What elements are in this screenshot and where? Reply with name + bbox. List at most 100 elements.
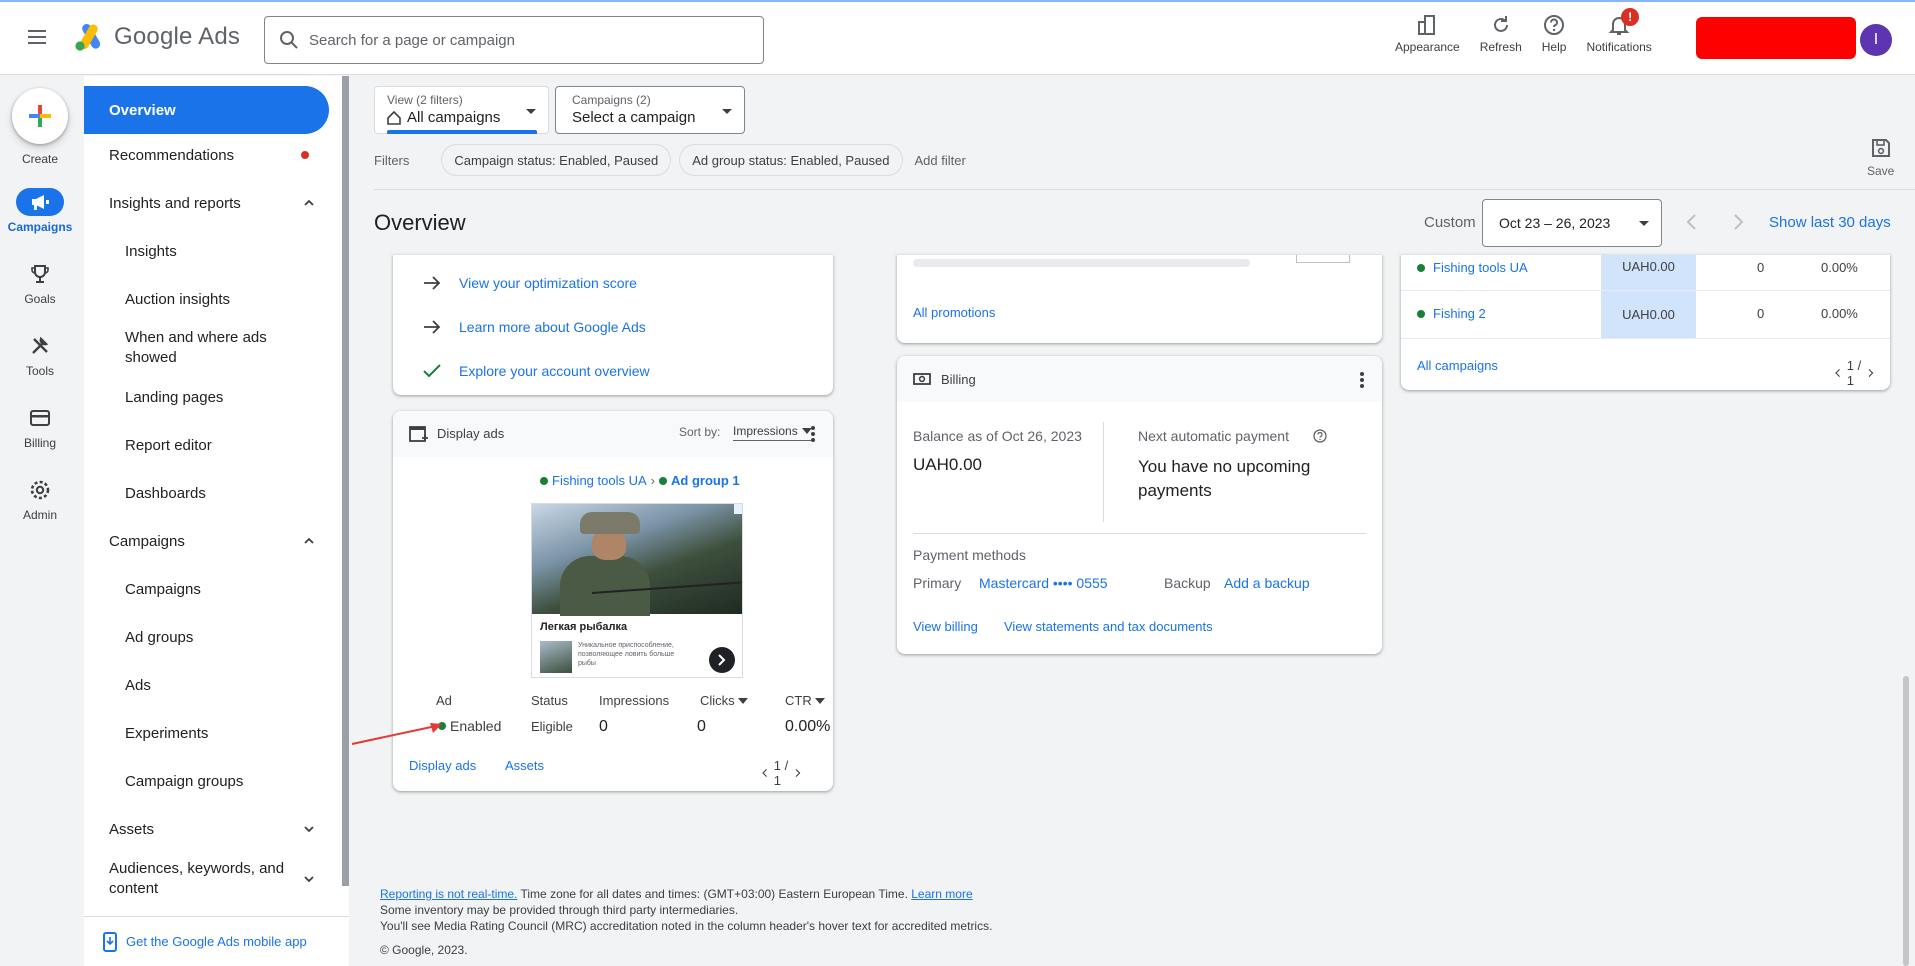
date-range-picker[interactable]: Oct 23 – 26, 2023 [1482,199,1662,247]
ad-group-status-dot [659,476,667,485]
nav-experiments[interactable]: Experiments [84,714,329,752]
main-menu-icon[interactable] [28,28,52,48]
rail-item-billing[interactable]: Billing [0,404,80,450]
nav-dashboards[interactable]: Dashboards [84,474,329,512]
nav-assets[interactable]: Assets [84,810,329,848]
more-options-icon[interactable] [1360,371,1364,389]
plus-icon [29,105,51,127]
col-clicks[interactable]: Clicks [700,693,748,708]
nav-audiences[interactable]: Audiences, keywords, and content [84,856,329,902]
next-page-icon[interactable] [795,766,801,780]
search-box[interactable] [264,16,764,64]
nav-auction-insights[interactable]: Auction insights [84,280,329,318]
optimization-link-learn[interactable]: Learn more about Google Ads [423,319,646,335]
show-last-30-days-link[interactable]: Show last 30 days [1769,214,1891,231]
campaign-link[interactable]: Fishing tools UA [1417,260,1528,275]
avatar[interactable]: I [1860,24,1892,56]
dropdown-arrow-icon [722,109,732,114]
refresh-button[interactable]: Refresh [1470,10,1532,62]
all-campaigns-link[interactable]: All campaigns [1417,358,1498,373]
nav-campaign-groups[interactable]: Campaign groups [84,762,329,800]
rail-tools-label: Tools [25,364,54,378]
ad-enabled-label: Enabled [450,718,502,734]
save-button[interactable]: Save [1867,138,1894,178]
nav-overview[interactable]: Overview [84,86,329,134]
account-name-redacted[interactable] [1696,17,1856,59]
chevron-up-icon [304,199,314,206]
campaign-link[interactable]: Fishing 2 [1417,306,1486,321]
ad-preview[interactable]: Легкая рыбалка Уникальное приспособление… [531,503,743,678]
next-page-icon[interactable] [1868,366,1874,380]
page-footer: Reporting is not real-time. Time zone fo… [380,886,992,958]
nav-ad-groups[interactable]: Ad groups [84,618,329,656]
rail-create-label-wrap[interactable]: Create [0,148,80,166]
prev-page-icon[interactable] [1835,366,1841,380]
all-promotions-link[interactable]: All promotions [913,305,995,320]
table-row: Fishing 2 UAH0.00 0 0.00% [1401,291,1890,339]
payment-methods-label: Payment methods [913,547,1026,563]
optimization-link-score[interactable]: View your optimization score [423,275,637,291]
mobile-app-link[interactable]: Get the Google Ads mobile app [84,916,349,966]
rail-item-goals[interactable]: Goals [0,260,80,306]
nav-campaigns[interactable]: Campaigns [84,570,329,608]
realtime-link[interactable]: Reporting is not real-time. [380,887,517,901]
nav-insights[interactable]: Insights [84,232,329,270]
appearance-button[interactable]: Appearance [1385,10,1470,62]
nav-scrollbar[interactable] [342,76,349,886]
breadcrumb-separator: › [650,473,655,488]
view-selector-value: All campaigns [407,109,501,126]
help-icon[interactable] [1313,429,1327,443]
nav-recommendations[interactable]: Recommendations [84,136,329,174]
help-label: Help [1541,40,1567,54]
primary-card-link[interactable]: Mastercard •••• 0555 [979,575,1108,591]
rail-item-campaigns[interactable]: Campaigns [0,188,80,234]
filter-chip-ad-group-status[interactable]: Ad group status: Enabled, Paused [679,144,903,176]
date-prev-icon[interactable] [1682,212,1702,232]
nav-report-editor[interactable]: Report editor [84,426,329,464]
display-ads-link[interactable]: Display ads [409,758,476,773]
save-icon [1871,139,1890,157]
nav-campaigns-section[interactable]: Campaigns [84,522,329,560]
rail-item-tools[interactable]: Tools [0,332,80,378]
next-payment-value: You have no upcoming payments [1138,457,1311,500]
adchoices-icon [734,504,742,514]
view-billing-link[interactable]: View billing [913,619,978,634]
rail-item-admin[interactable]: Admin [0,476,80,522]
copyright: © Google, 2023. [380,943,468,957]
nav-auction-insights-label: Auction insights [125,290,231,308]
more-options-icon[interactable] [811,425,815,443]
notification-badge: ! [1621,8,1640,26]
campaign-ctr: 0.00% [1821,260,1858,275]
nav-when-where[interactable]: When and where ads showed [84,326,314,370]
home-icon [387,110,401,125]
breadcrumb-ad-group[interactable]: Ad group 1 [671,473,740,488]
prev-page-icon[interactable] [762,766,768,780]
nav-landing-pages[interactable]: Landing pages [84,378,329,416]
add-filter-button[interactable]: Add filter [915,153,966,168]
filter-chip-campaign-status[interactable]: Campaign status: Enabled, Paused [441,144,672,176]
nav-insights-reports[interactable]: Insights and reports [84,184,329,222]
optimization-link-explore[interactable]: Explore your account overview [423,363,650,379]
card-icon [30,410,50,426]
rail-campaigns-label: Campaigns [7,220,73,234]
notifications-button[interactable]: ! Notifications [1576,8,1661,62]
billing-card: Billing Balance as of Oct 26, 2023 UAH0.… [897,356,1382,654]
assets-link[interactable]: Assets [505,758,544,773]
google-ads-logo[interactable]: Google Ads [74,22,240,52]
help-button[interactable]: Help [1532,10,1577,62]
create-button[interactable] [12,88,68,144]
footer-learn-more-link[interactable]: Learn more [911,887,972,901]
add-backup-link[interactable]: Add a backup [1224,575,1310,591]
nav-ads[interactable]: Ads [84,666,329,704]
view-selector[interactable]: View (2 filters) All campaigns [374,86,549,134]
main-scrollbar[interactable] [1903,676,1909,966]
view-statements-link[interactable]: View statements and tax documents [1004,619,1213,634]
campaign-selector[interactable]: Campaigns (2) Select a campaign [555,86,745,134]
google-ads-logo-icon [75,24,101,51]
date-next-icon[interactable] [1728,212,1748,232]
search-input[interactable] [309,31,749,49]
sort-by-dropdown[interactable]: Impressions [733,424,812,441]
rail-admin-label: Admin [22,508,57,522]
col-ctr[interactable]: CTR [785,693,825,708]
breadcrumb-campaign[interactable]: Fishing tools UA [552,473,647,488]
